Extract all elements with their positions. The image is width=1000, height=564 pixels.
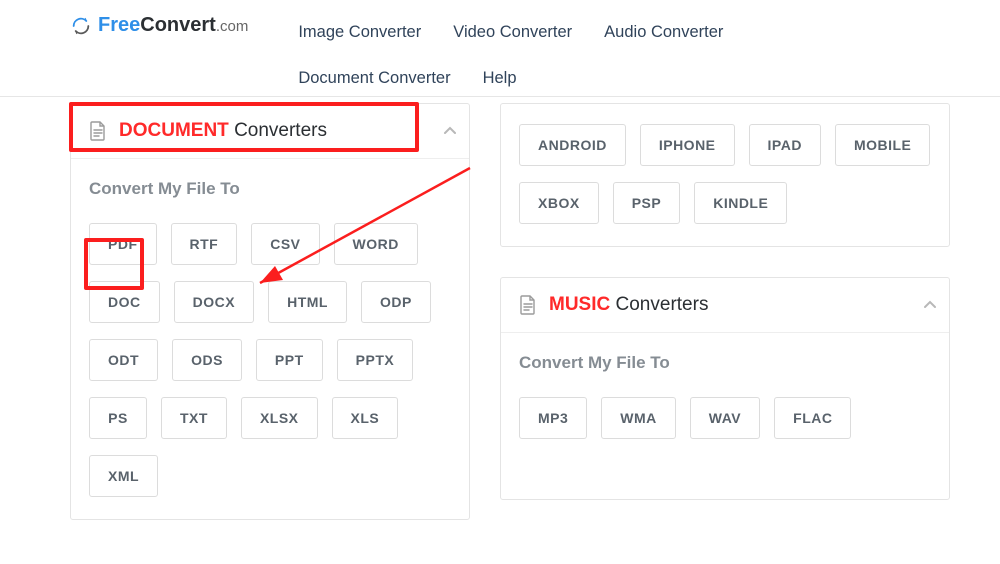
top-nav: FreeConvert.com Image Converter Video Co… xyxy=(0,0,1000,97)
chevron-up-icon[interactable] xyxy=(443,124,457,138)
music_panel-chip-wma[interactable]: WMA xyxy=(601,397,676,439)
device_panel-chip-iphone[interactable]: IPHONE xyxy=(640,124,735,166)
nav-video-converter[interactable]: Video Converter xyxy=(453,12,572,52)
left-column: DOCUMENT Converters Convert My File To P… xyxy=(70,103,470,520)
nav-image-converter[interactable]: Image Converter xyxy=(298,12,421,52)
document-converters-panel: DOCUMENT Converters Convert My File To P… xyxy=(70,103,470,520)
document-format-chips: PDF RTF CSV WORD DOC DOCX HTML ODP ODT ODS PPT PPTX… xyxy=(89,223,451,497)
document_panel-chip-ps[interactable]: PS xyxy=(89,397,147,439)
device_panel-chip-android[interactable]: ANDROID xyxy=(519,124,626,166)
site-logo[interactable]: FreeConvert.com xyxy=(70,14,248,37)
document_panel-chip-pdf[interactable]: PDF xyxy=(89,223,157,265)
music_panel-chip-wav[interactable]: WAV xyxy=(690,397,760,439)
document_panel-chip-ppt[interactable]: PPT xyxy=(256,339,323,381)
device_panel-chip-kindle[interactable]: KINDLE xyxy=(694,182,787,224)
document_panel-chip-odt[interactable]: ODT xyxy=(89,339,158,381)
document_panel-chip-xml[interactable]: XML xyxy=(89,455,158,497)
convert-to-label: Convert My File To xyxy=(89,179,451,199)
document-panel-header[interactable]: DOCUMENT Converters xyxy=(71,104,469,159)
device-converters-panel: ANDROID IPHONE IPAD MOBILE XBOX PSP KINDLE xyxy=(500,103,950,247)
convert-to-label: Convert My File To xyxy=(519,353,931,373)
music-panel-body: Convert My File To MP3 WMA WAV FLAC xyxy=(501,333,949,499)
file-icon xyxy=(89,121,107,141)
document_panel-chip-xls[interactable]: XLS xyxy=(332,397,399,439)
chevron-up-icon[interactable] xyxy=(923,298,937,312)
music-panel-header[interactable]: MUSIC Converters xyxy=(501,278,949,333)
logo-icon xyxy=(70,15,92,37)
music-format-chips: MP3 WMA WAV FLAC xyxy=(519,397,931,439)
nav-audio-converter[interactable]: Audio Converter xyxy=(604,12,723,52)
document_panel-chip-txt[interactable]: TXT xyxy=(161,397,227,439)
content-area: DOCUMENT Converters Convert My File To P… xyxy=(0,97,1000,520)
document_panel-chip-odp[interactable]: ODP xyxy=(361,281,431,323)
nav-document-converter[interactable]: Document Converter xyxy=(298,58,450,98)
music-panel-title: MUSIC Converters xyxy=(549,294,708,316)
device_panel-chip-ipad[interactable]: IPAD xyxy=(749,124,821,166)
nav-help[interactable]: Help xyxy=(483,58,517,98)
document_panel-chip-pptx[interactable]: PPTX xyxy=(337,339,414,381)
device_panel-chip-mobile[interactable]: MOBILE xyxy=(835,124,930,166)
document_panel-chip-docx[interactable]: DOCX xyxy=(174,281,254,323)
device_panel-chip-xbox[interactable]: XBOX xyxy=(519,182,599,224)
document_panel-chip-xlsx[interactable]: XLSX xyxy=(241,397,318,439)
document_panel-chip-ods[interactable]: ODS xyxy=(172,339,242,381)
document_panel-chip-html[interactable]: HTML xyxy=(268,281,347,323)
document_panel-chip-rtf[interactable]: RTF xyxy=(171,223,238,265)
device_panel-chip-psp[interactable]: PSP xyxy=(613,182,681,224)
device-panel-body: ANDROID IPHONE IPAD MOBILE XBOX PSP KINDLE xyxy=(501,104,949,246)
document-panel-title: DOCUMENT Converters xyxy=(119,120,327,142)
logo-text: FreeConvert.com xyxy=(98,14,248,37)
document_panel-chip-word[interactable]: WORD xyxy=(334,223,418,265)
file-icon xyxy=(519,295,537,315)
music-converters-panel: MUSIC Converters Convert My File To MP3 W… xyxy=(500,277,950,500)
right-column: ANDROID IPHONE IPAD MOBILE XBOX PSP KINDLE MUS… xyxy=(500,103,950,520)
document_panel-chip-csv[interactable]: CSV xyxy=(251,223,319,265)
main-menu: Image Converter Video Converter Audio Co… xyxy=(298,12,938,98)
music_panel-chip-flac[interactable]: FLAC xyxy=(774,397,851,439)
device-format-chips: ANDROID IPHONE IPAD MOBILE XBOX PSP KINDLE xyxy=(519,124,931,224)
music_panel-chip-mp3[interactable]: MP3 xyxy=(519,397,587,439)
document_panel-chip-doc[interactable]: DOC xyxy=(89,281,160,323)
document-panel-body: Convert My File To PDF RTF CSV WORD DOC DOCX H… xyxy=(71,159,469,519)
